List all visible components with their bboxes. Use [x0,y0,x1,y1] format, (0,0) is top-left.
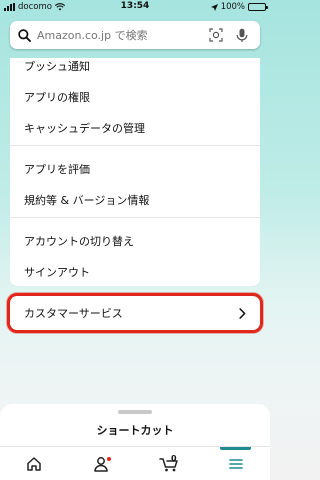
battery-icon [248,3,268,11]
customer-service-item[interactable]: カスタマーサービス [7,293,263,333]
battery-percent: 100% [220,2,245,12]
camera-scan-icon [209,28,223,42]
battery-group: 100% [210,2,268,12]
menu-item-push-notifications[interactable]: プッシュ通知 [24,58,90,74]
location-icon [210,3,218,11]
menu-item-app-permissions[interactable]: アプリの権限 [24,89,90,105]
search-input[interactable] [31,28,200,42]
menu-icon [228,459,243,469]
tab-menu[interactable] [202,447,269,480]
menu-divider [10,217,260,218]
menu-divider [10,145,260,146]
drag-handle[interactable] [118,410,152,414]
search-bar[interactable] [10,21,260,49]
shortcut-title: ショートカット [96,424,174,437]
tab-bar: 0 [0,446,270,480]
microphone-icon [236,28,248,42]
menu-item-cache-management[interactable]: キャッシュデータの管理 [24,120,145,136]
shortcut-sheet[interactable]: ショートカット [0,404,270,446]
menu-item-rate-app[interactable]: アプリを評価 [24,161,90,177]
settings-menu: プッシュ通知 アプリの権限 キャッシュデータの管理 アプリを評価 規約等 & バ… [10,58,260,286]
cart-count: 0 [171,454,177,463]
notification-dot [106,456,112,462]
tab-cart[interactable]: 0 [135,447,202,480]
tab-account[interactable] [67,447,134,480]
menu-item-terms-version[interactable]: 規約等 & バージョン情報 [24,192,149,208]
menu-item-sign-out[interactable]: サインアウト [24,264,90,280]
camera-scan-button[interactable] [206,25,226,45]
status-bar: docomo 13:54 100% [0,0,270,14]
menu-item-switch-account[interactable]: アカウントの切り替え [24,233,134,249]
home-icon [26,457,41,471]
voice-search-button[interactable] [232,25,252,45]
search-icon [18,28,31,42]
chevron-right-icon [239,307,246,319]
customer-service-label: カスタマーサービス [24,307,123,320]
tab-home[interactable] [0,447,67,480]
